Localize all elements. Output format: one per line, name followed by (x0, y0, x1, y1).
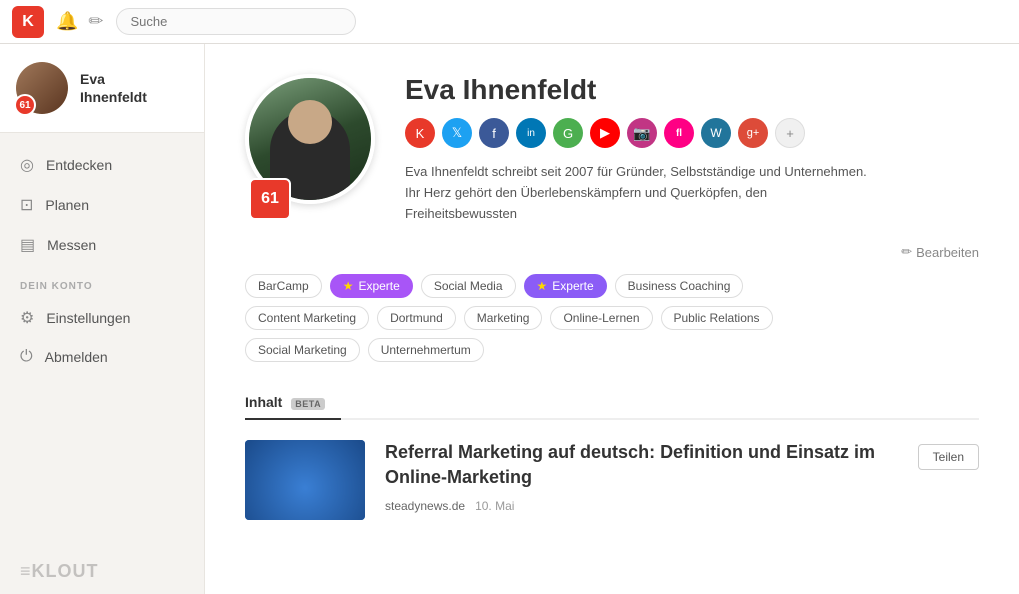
social-instagram-button[interactable]: 📷 (627, 118, 657, 148)
share-button[interactable]: Teilen (918, 444, 979, 470)
tags-row-1: BarCamp ★ Experte Social Media ★ Experte… (245, 274, 979, 298)
power-icon: ⏻ (20, 348, 33, 366)
sidebar-user-section: 61 Eva Ihnenfeldt (0, 44, 204, 133)
profile-name: Eva Ihnenfeldt (405, 74, 979, 106)
sidebar-user-name: Eva Ihnenfeldt (80, 70, 147, 106)
pencil-icon: ✏ (901, 244, 912, 260)
social-klout-button[interactable]: K (405, 118, 435, 148)
social-wordpress-button[interactable]: W (701, 118, 731, 148)
tag-public-relations[interactable]: Public Relations (661, 306, 773, 330)
article-thumb-inner (245, 440, 365, 520)
tag-social-marketing[interactable]: Social Marketing (245, 338, 360, 362)
profile-info: Eva Ihnenfeldt K 𝕏 f in G ▶ 📷 fl W g+ + … (405, 74, 979, 224)
article-thumb-svg (245, 440, 365, 520)
score-badge-small: 61 (14, 94, 36, 116)
article-content: Referral Marketing auf deutsch: Definiti… (385, 440, 979, 513)
tag-dortmund[interactable]: Dortmund (377, 306, 456, 330)
topbar-action-icons: 🔔 ✏ (56, 11, 104, 32)
tag-content-marketing[interactable]: Content Marketing (245, 306, 369, 330)
tag-marketing[interactable]: Marketing (464, 306, 543, 330)
star-icon: ★ (343, 279, 354, 293)
calendar-icon: ⊡ (20, 195, 33, 215)
tag-unternehmertum[interactable]: Unternehmertum (368, 338, 484, 362)
article-thumbnail (245, 440, 365, 520)
tag-barcamp[interactable]: BarCamp (245, 274, 322, 298)
sidebar-item-entdecken[interactable]: ◎ Entdecken (0, 145, 204, 185)
tags-row-2: Content Marketing Dortmund Marketing Onl… (245, 306, 979, 330)
klout-footer-logo: ≡KLOUT (0, 549, 204, 594)
sidebar-section-label: DEIN KONTO (0, 265, 204, 298)
main-content: 61 Eva Ihnenfeldt K 𝕏 f in G ▶ 📷 fl W g+… (205, 44, 1019, 594)
notification-icon[interactable]: 🔔 (56, 11, 78, 32)
sidebar-item-einstellungen[interactable]: ⚙ Einstellungen (0, 298, 204, 338)
tags-row-3: Social Marketing Unternehmertum (245, 338, 979, 362)
sidebar: 61 Eva Ihnenfeldt ◎ Entdecken ⊡ Planen ▤… (0, 44, 205, 594)
social-icons-row: K 𝕏 f in G ▶ 📷 fl W g+ + (405, 118, 979, 148)
sidebar-nav: ◎ Entdecken ⊡ Planen ▤ Messen DEIN KONTO… (0, 133, 204, 549)
search-input[interactable] (116, 8, 356, 35)
tag-experte1[interactable]: ★ Experte (330, 274, 413, 298)
tabs-row: Inhalt BETA (245, 386, 979, 420)
social-gplus-button[interactable]: g+ (738, 118, 768, 148)
edit-button[interactable]: ✏ Bearbeiten (901, 244, 979, 260)
social-facebook-button[interactable]: f (479, 118, 509, 148)
tab-inhalt[interactable]: Inhalt BETA (245, 386, 341, 420)
article-source: steadynews.de (385, 499, 465, 513)
compass-icon: ◎ (20, 155, 34, 175)
social-twitter-button[interactable]: 𝕏 (442, 118, 472, 148)
score-badge-large: 61 (249, 178, 291, 220)
star-icon-2: ★ (537, 279, 548, 293)
tag-experte2[interactable]: ★ Experte (524, 274, 607, 298)
social-flickr-button[interactable]: fl (664, 118, 694, 148)
tag-social-media[interactable]: Social Media (421, 274, 516, 298)
tag-online-lernen[interactable]: Online-Lernen (550, 306, 652, 330)
social-youtube-button[interactable]: ▶ (590, 118, 620, 148)
profile-photo-wrap: 61 (245, 74, 375, 224)
sidebar-item-messen[interactable]: ▤ Messen (0, 225, 204, 265)
article-item: Referral Marketing auf deutsch: Definiti… (245, 440, 979, 520)
sidebar-item-planen[interactable]: ⊡ Planen (0, 185, 204, 225)
chart-icon: ▤ (20, 235, 35, 255)
klout-logo-icon[interactable]: K (12, 6, 44, 38)
settings-icon: ⚙ (20, 308, 34, 328)
profile-header: 61 Eva Ihnenfeldt K 𝕏 f in G ▶ 📷 fl W g+… (245, 74, 979, 224)
profile-bio: Eva Ihnenfeldt schreibt seit 2007 für Gr… (405, 162, 925, 224)
compose-icon[interactable]: ✏ (88, 11, 103, 32)
sidebar-item-abmelden[interactable]: ⏻ Abmelden (0, 338, 204, 376)
article-meta: steadynews.de 10. Mai (385, 499, 979, 513)
edit-link: ✏ Bearbeiten (245, 244, 979, 260)
beta-badge: BETA (291, 398, 325, 410)
tag-business-coaching[interactable]: Business Coaching (615, 274, 744, 298)
article-title: Referral Marketing auf deutsch: Definiti… (385, 440, 906, 489)
main-layout: 61 Eva Ihnenfeldt ◎ Entdecken ⊡ Planen ▤… (0, 44, 1019, 594)
article-date: 10. Mai (475, 499, 514, 513)
social-add-button[interactable]: + (775, 118, 805, 148)
sidebar-avatar-wrap: 61 (16, 62, 68, 114)
social-google-button[interactable]: G (553, 118, 583, 148)
topbar: K 🔔 ✏ (0, 0, 1019, 44)
social-linkedin-button[interactable]: in (516, 118, 546, 148)
